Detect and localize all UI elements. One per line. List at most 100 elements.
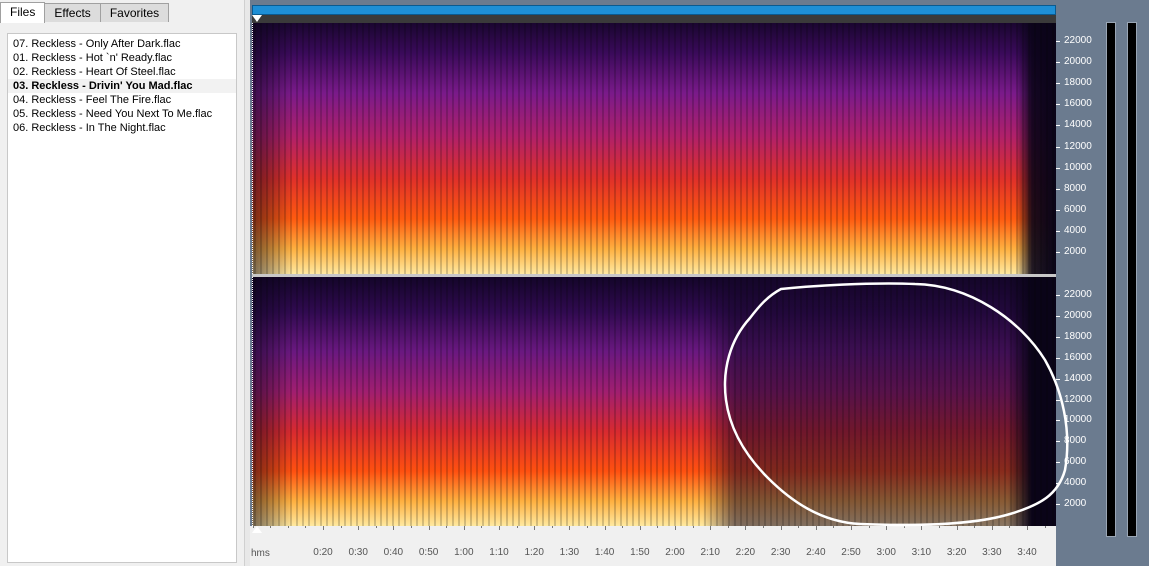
time-minor-tick: [287, 526, 289, 528]
frequency-tick-label: 10000: [1064, 414, 1092, 426]
playhead-top-marker-icon[interactable]: [252, 15, 262, 22]
frequency-tick: [1056, 378, 1060, 380]
time-tick-label: 0:40: [383, 547, 404, 558]
file-item[interactable]: 07. Reckless - Only After Dark.flac: [8, 37, 236, 51]
time-minor-tick: [411, 526, 412, 528]
frequency-tick-label: 16000: [1064, 351, 1092, 363]
file-item-selected[interactable]: 03. Reckless - Drivin' You Mad.flac: [8, 79, 236, 93]
time-minor-tick: [727, 526, 729, 528]
time-minor-tick: [622, 526, 624, 528]
time-minor-tick: [340, 526, 342, 528]
frequency-tick-label: 18000: [1064, 330, 1092, 342]
frequency-tick-label: 6000: [1064, 456, 1087, 468]
time-tick-label: 2:50: [841, 547, 861, 558]
file-list[interactable]: 07. Reckless - Only After Dark.flac 01. …: [7, 33, 237, 563]
time-minor-tick: [939, 526, 940, 528]
frequency-tick: [1056, 441, 1060, 443]
frequency-tick: [1056, 357, 1060, 359]
frequency-tick: [1056, 41, 1060, 42]
time-tick-label: 2:20: [735, 547, 756, 558]
frequency-tick-label: 14000: [1064, 119, 1092, 131]
time-minor-tick: [604, 526, 606, 528]
level-meter-right: [1127, 22, 1137, 537]
time-minor-tick: [534, 526, 536, 528]
time-minor-tick: [710, 526, 712, 528]
frequency-tick-label: 18000: [1064, 77, 1092, 89]
frequency-tick-label: 20000: [1064, 56, 1092, 68]
file-item[interactable]: 06. Reckless - In The Night.flac: [8, 121, 236, 135]
frequency-tick-label: 4000: [1064, 224, 1087, 236]
frequency-tick: [1056, 504, 1060, 505]
time-minor-tick: [481, 526, 483, 528]
frequency-tick: [1056, 483, 1060, 485]
time-minor-tick: [1027, 526, 1028, 528]
time-tick-label: 1:50: [630, 547, 650, 558]
frequency-tick-label: 2000: [1064, 498, 1087, 509]
time-minor-tick: [428, 526, 430, 528]
time-minor-tick: [393, 526, 395, 528]
frequency-axis: 22000 20000 18000 16000 14000 12000 10000 8000 6…: [1056, 0, 1106, 530]
file-item[interactable]: 01. Reckless - Hot `n' Ready.flac: [8, 51, 236, 65]
frequency-tick-label: 10000: [1064, 161, 1092, 173]
frequency-tick: [1056, 315, 1060, 317]
frequency-tick: [1056, 462, 1060, 464]
playhead-bottom-marker-icon[interactable]: [252, 526, 262, 533]
tab-files[interactable]: Files: [0, 2, 46, 23]
frequency-tick: [1056, 209, 1060, 211]
time-tick-label: 1:10: [489, 547, 509, 558]
time-minor-tick: [991, 526, 993, 528]
tab-favorites[interactable]: Favorites: [99, 3, 170, 22]
time-minor-tick: [903, 526, 905, 528]
time-minor-tick: [868, 526, 870, 528]
time-tick-label: 2:30: [770, 547, 791, 558]
time-minor-tick: [323, 526, 324, 528]
time-minor-tick: [675, 526, 676, 528]
spectrogram-channel-right[interactable]: [252, 277, 1056, 526]
frequency-tick: [1056, 188, 1060, 190]
time-minor-tick: [956, 526, 958, 528]
time-minor-tick: [745, 526, 747, 528]
frequency-tick: [1056, 146, 1060, 148]
time-tick-label: 1:00: [454, 547, 474, 558]
frequency-tick: [1056, 336, 1060, 338]
selection-start-line: [252, 277, 254, 526]
frequency-tick-label: 6000: [1064, 203, 1087, 215]
time-minor-tick: [851, 526, 852, 528]
spectrogram-texture: [252, 23, 1056, 274]
time-tick-label: 1:20: [524, 547, 544, 558]
time-tick-label: 2:00: [665, 547, 685, 558]
time-minor-tick: [305, 526, 307, 528]
time-minor-tick: [780, 526, 782, 528]
time-minor-tick: [763, 526, 764, 528]
time-axis[interactable]: hms 0:20 0:30 0:40 0:50 1:00 1:10 1:20 1:30 1:40…: [250, 526, 1056, 566]
left-pane: Files Effects Favorites 07. Reckless - O…: [0, 0, 244, 566]
time-minor-tick: [921, 526, 923, 528]
level-meter-left: [1106, 22, 1116, 537]
file-item[interactable]: 04. Reckless - Feel The Fire.flac: [8, 93, 236, 107]
time-tick-label: 3:00: [876, 547, 896, 558]
frequency-tick-label: 22000: [1064, 35, 1092, 46]
file-item[interactable]: 05. Reckless - Need You Next To Me.flac: [8, 107, 236, 121]
spectrogram-texture: [252, 277, 1056, 526]
selection-start-line: [252, 23, 254, 274]
time-minor-tick: [499, 526, 500, 528]
time-tick-label: 0:30: [348, 547, 368, 558]
tab-effects[interactable]: Effects: [44, 3, 101, 22]
time-tick-label: 0:20: [313, 547, 333, 558]
spectrogram-view: Hz 2200020000180001600014000120001000080…: [250, 0, 1149, 566]
frequency-tick-label: 8000: [1064, 435, 1087, 447]
frequency-tick: [1056, 125, 1060, 127]
time-minor-tick: [815, 526, 817, 528]
file-item[interactable]: 02. Reckless - Heart Of Steel.flac: [8, 65, 236, 79]
time-minor-tick: [833, 526, 835, 528]
frequency-tick: [1056, 295, 1060, 296]
position-strip[interactable]: [252, 15, 1056, 23]
time-minor-tick: [974, 526, 976, 528]
frequency-tick: [1056, 104, 1060, 106]
time-minor-tick: [587, 526, 588, 528]
spectrogram-channel-left[interactable]: [252, 23, 1056, 274]
frequency-tick-label: 16000: [1064, 98, 1092, 110]
time-tick-label: 2:10: [700, 547, 720, 558]
timeline-overview-bar[interactable]: [252, 5, 1056, 15]
frequency-tick-label: 2000: [1064, 246, 1087, 257]
